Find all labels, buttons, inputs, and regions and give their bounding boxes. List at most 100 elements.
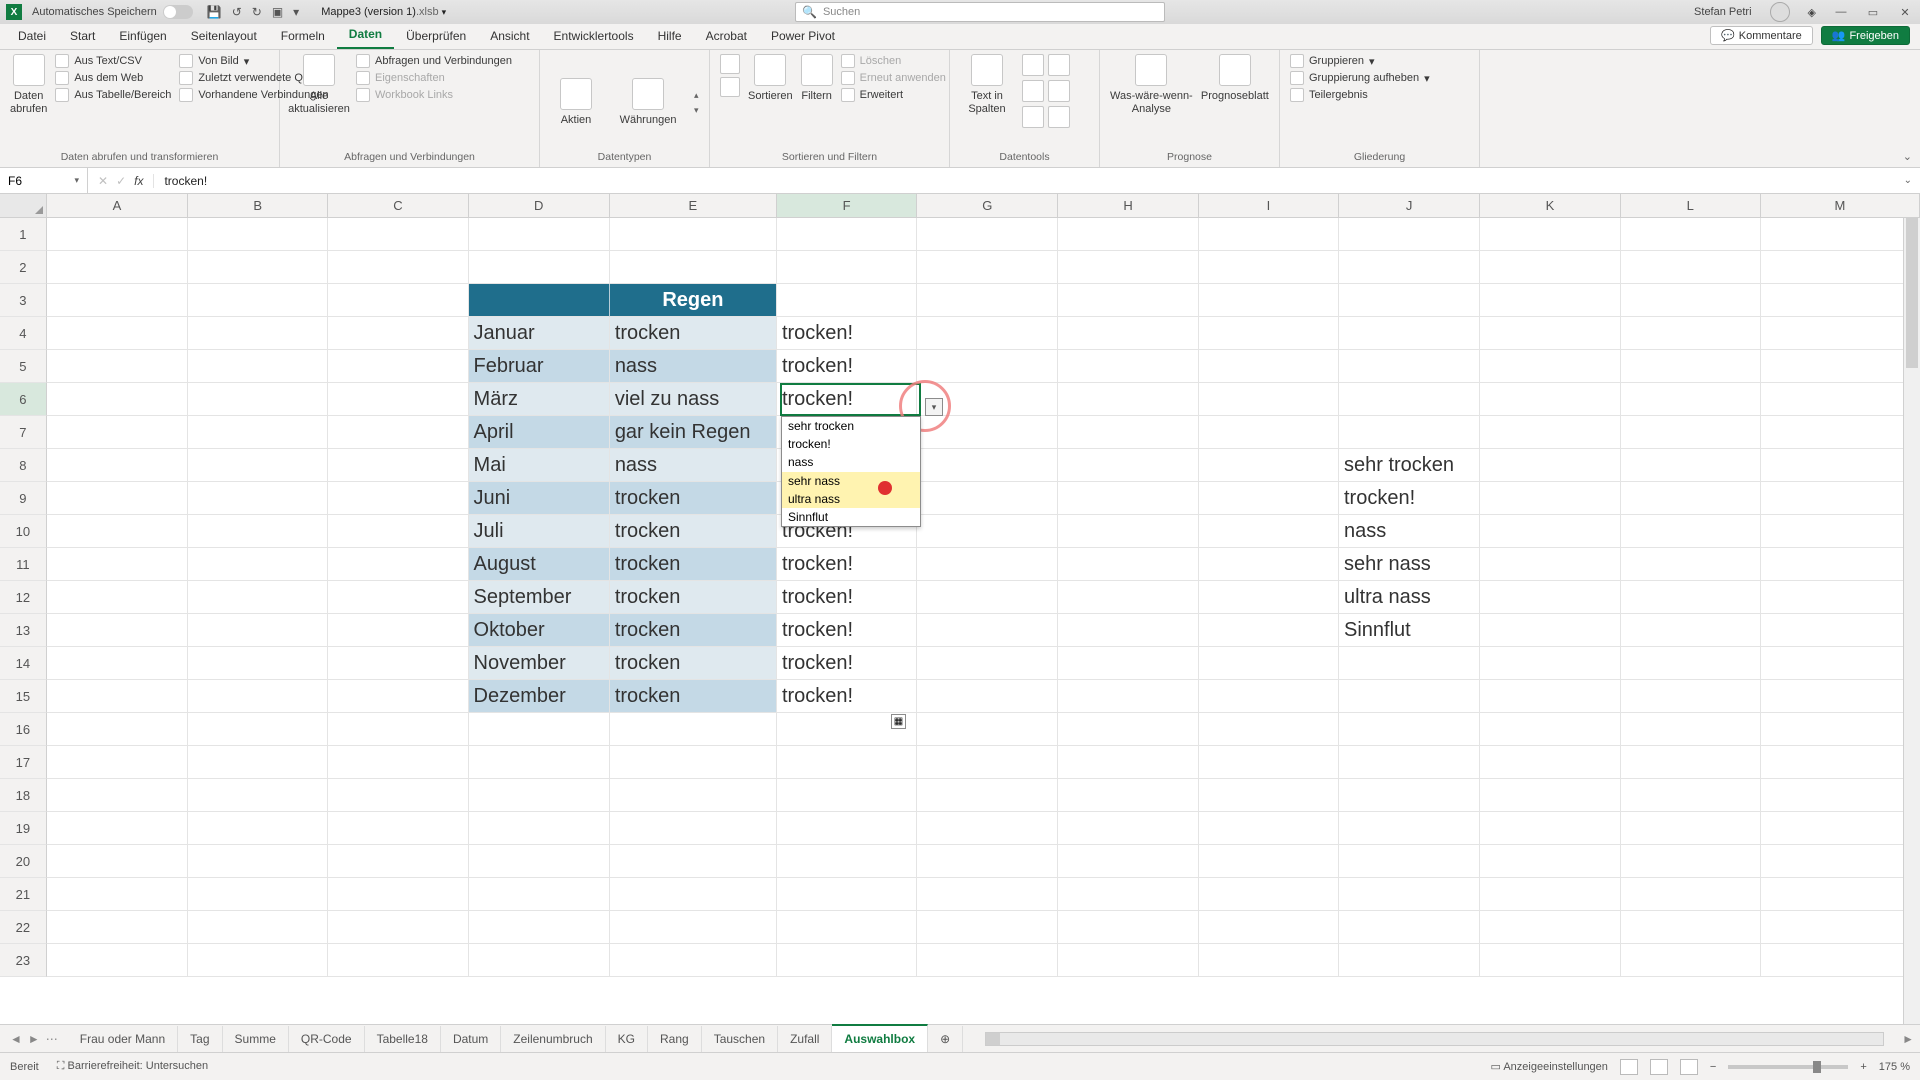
col-header-D[interactable]: D [469, 194, 610, 217]
waehrungen-button[interactable]: Währungen [616, 78, 680, 127]
cell-H19[interactable] [1058, 812, 1198, 845]
view-normal-icon[interactable] [1620, 1059, 1638, 1075]
col-header-M[interactable]: M [1761, 194, 1920, 217]
cell-E17[interactable] [610, 746, 777, 779]
cell-L20[interactable] [1621, 845, 1761, 878]
sheet-tab[interactable]: Rang [648, 1026, 702, 1052]
cell-A6[interactable] [47, 383, 188, 416]
cell-B4[interactable] [188, 317, 328, 350]
cell-I11[interactable] [1199, 548, 1339, 581]
cell-I9[interactable] [1199, 482, 1339, 515]
cell-L9[interactable] [1621, 482, 1761, 515]
cell-D7[interactable]: April [469, 416, 610, 449]
cell-E6[interactable]: viel zu nass [610, 383, 777, 416]
cell-H17[interactable] [1058, 746, 1198, 779]
dropdown-option[interactable]: sehr trocken [782, 417, 920, 435]
cell-D6[interactable]: März [469, 383, 610, 416]
sheet-nav-next-icon[interactable]: ► [28, 1032, 40, 1046]
minimize-button[interactable]: — [1834, 6, 1848, 18]
cell-L15[interactable] [1621, 680, 1761, 713]
cell-H15[interactable] [1058, 680, 1198, 713]
diamond-icon[interactable]: ◈ [1808, 6, 1816, 19]
sheet-tab[interactable]: QR-Code [289, 1026, 365, 1052]
col-header-L[interactable]: L [1621, 194, 1761, 217]
cell-J16[interactable] [1339, 713, 1480, 746]
cell-A17[interactable] [47, 746, 188, 779]
col-header-I[interactable]: I [1199, 194, 1339, 217]
close-button[interactable]: ✕ [1898, 6, 1912, 19]
row-header[interactable]: 15 [0, 680, 47, 713]
zoom-slider[interactable] [1728, 1065, 1848, 1069]
cell-M9[interactable] [1761, 482, 1920, 515]
new-sheet-button[interactable]: ⊕ [928, 1026, 963, 1052]
sheet-tab[interactable]: KG [606, 1026, 648, 1052]
cell-G11[interactable] [917, 548, 1058, 581]
cell-G16[interactable] [917, 713, 1058, 746]
cell-L23[interactable] [1621, 944, 1761, 977]
cell-C14[interactable] [328, 647, 468, 680]
cell-D1[interactable] [469, 218, 610, 251]
cell-B15[interactable] [188, 680, 328, 713]
cell-B10[interactable] [188, 515, 328, 548]
aktien-button[interactable]: Aktien [550, 78, 602, 127]
cell-I10[interactable] [1199, 515, 1339, 548]
cell-C3[interactable] [328, 284, 468, 317]
row-header[interactable]: 1 [0, 218, 47, 251]
cell-B6[interactable] [188, 383, 328, 416]
formula-input[interactable]: trocken! [154, 174, 1895, 188]
cell-J10[interactable]: nass [1339, 515, 1480, 548]
sheet-tab[interactable]: Zeilenumbruch [501, 1026, 605, 1052]
cell-I8[interactable] [1199, 449, 1339, 482]
cell-B21[interactable] [188, 878, 328, 911]
cell-H10[interactable] [1058, 515, 1198, 548]
dropdown-option[interactable]: trocken! [782, 435, 920, 453]
col-header-K[interactable]: K [1480, 194, 1620, 217]
cell-A13[interactable] [47, 614, 188, 647]
cell-E4[interactable]: trocken [610, 317, 777, 350]
sheet-tab[interactable]: Tabelle18 [365, 1026, 441, 1052]
toggle-switch-icon[interactable] [163, 5, 193, 19]
cell-A5[interactable] [47, 350, 188, 383]
cell-G14[interactable] [917, 647, 1058, 680]
cell-F18[interactable] [777, 779, 917, 812]
tab-seitenlayout[interactable]: Seitenlayout [179, 24, 269, 49]
cell-I7[interactable] [1199, 416, 1339, 449]
cell-G20[interactable] [917, 845, 1058, 878]
cell-I3[interactable] [1199, 284, 1339, 317]
cell-I15[interactable] [1199, 680, 1339, 713]
cell-G9[interactable] [917, 482, 1058, 515]
sheet-tab[interactable]: Tag [178, 1026, 222, 1052]
cell-K13[interactable] [1480, 614, 1620, 647]
cell-M1[interactable] [1761, 218, 1920, 251]
cell-I2[interactable] [1199, 251, 1339, 284]
tab-powerpivot[interactable]: Power Pivot [759, 24, 847, 49]
maximize-button[interactable]: ▭ [1866, 6, 1880, 19]
cell-G3[interactable] [917, 284, 1058, 317]
col-header-C[interactable]: C [328, 194, 468, 217]
cell-B8[interactable] [188, 449, 328, 482]
row-header[interactable]: 17 [0, 746, 47, 779]
cell-C19[interactable] [328, 812, 468, 845]
row-header[interactable]: 23 [0, 944, 47, 977]
tab-ansicht[interactable]: Ansicht [478, 24, 541, 49]
cell-L10[interactable] [1621, 515, 1761, 548]
cell-M3[interactable] [1761, 284, 1920, 317]
cell-M5[interactable] [1761, 350, 1920, 383]
cell-A14[interactable] [47, 647, 188, 680]
dropdown-option[interactable]: nass [782, 453, 920, 471]
cell-F17[interactable] [777, 746, 917, 779]
cell-M13[interactable] [1761, 614, 1920, 647]
cell-L21[interactable] [1621, 878, 1761, 911]
cell-H3[interactable] [1058, 284, 1198, 317]
cell-D19[interactable] [469, 812, 610, 845]
col-header-B[interactable]: B [188, 194, 328, 217]
cell-A21[interactable] [47, 878, 188, 911]
cell-L11[interactable] [1621, 548, 1761, 581]
was-waere-wenn-button[interactable]: Was-wäre-wenn- Analyse [1110, 54, 1193, 115]
cell-E10[interactable]: trocken [610, 515, 777, 548]
row-header[interactable]: 3 [0, 284, 47, 317]
cell-B23[interactable] [188, 944, 328, 977]
row-header[interactable]: 14 [0, 647, 47, 680]
cell-H23[interactable] [1058, 944, 1198, 977]
cell-L19[interactable] [1621, 812, 1761, 845]
